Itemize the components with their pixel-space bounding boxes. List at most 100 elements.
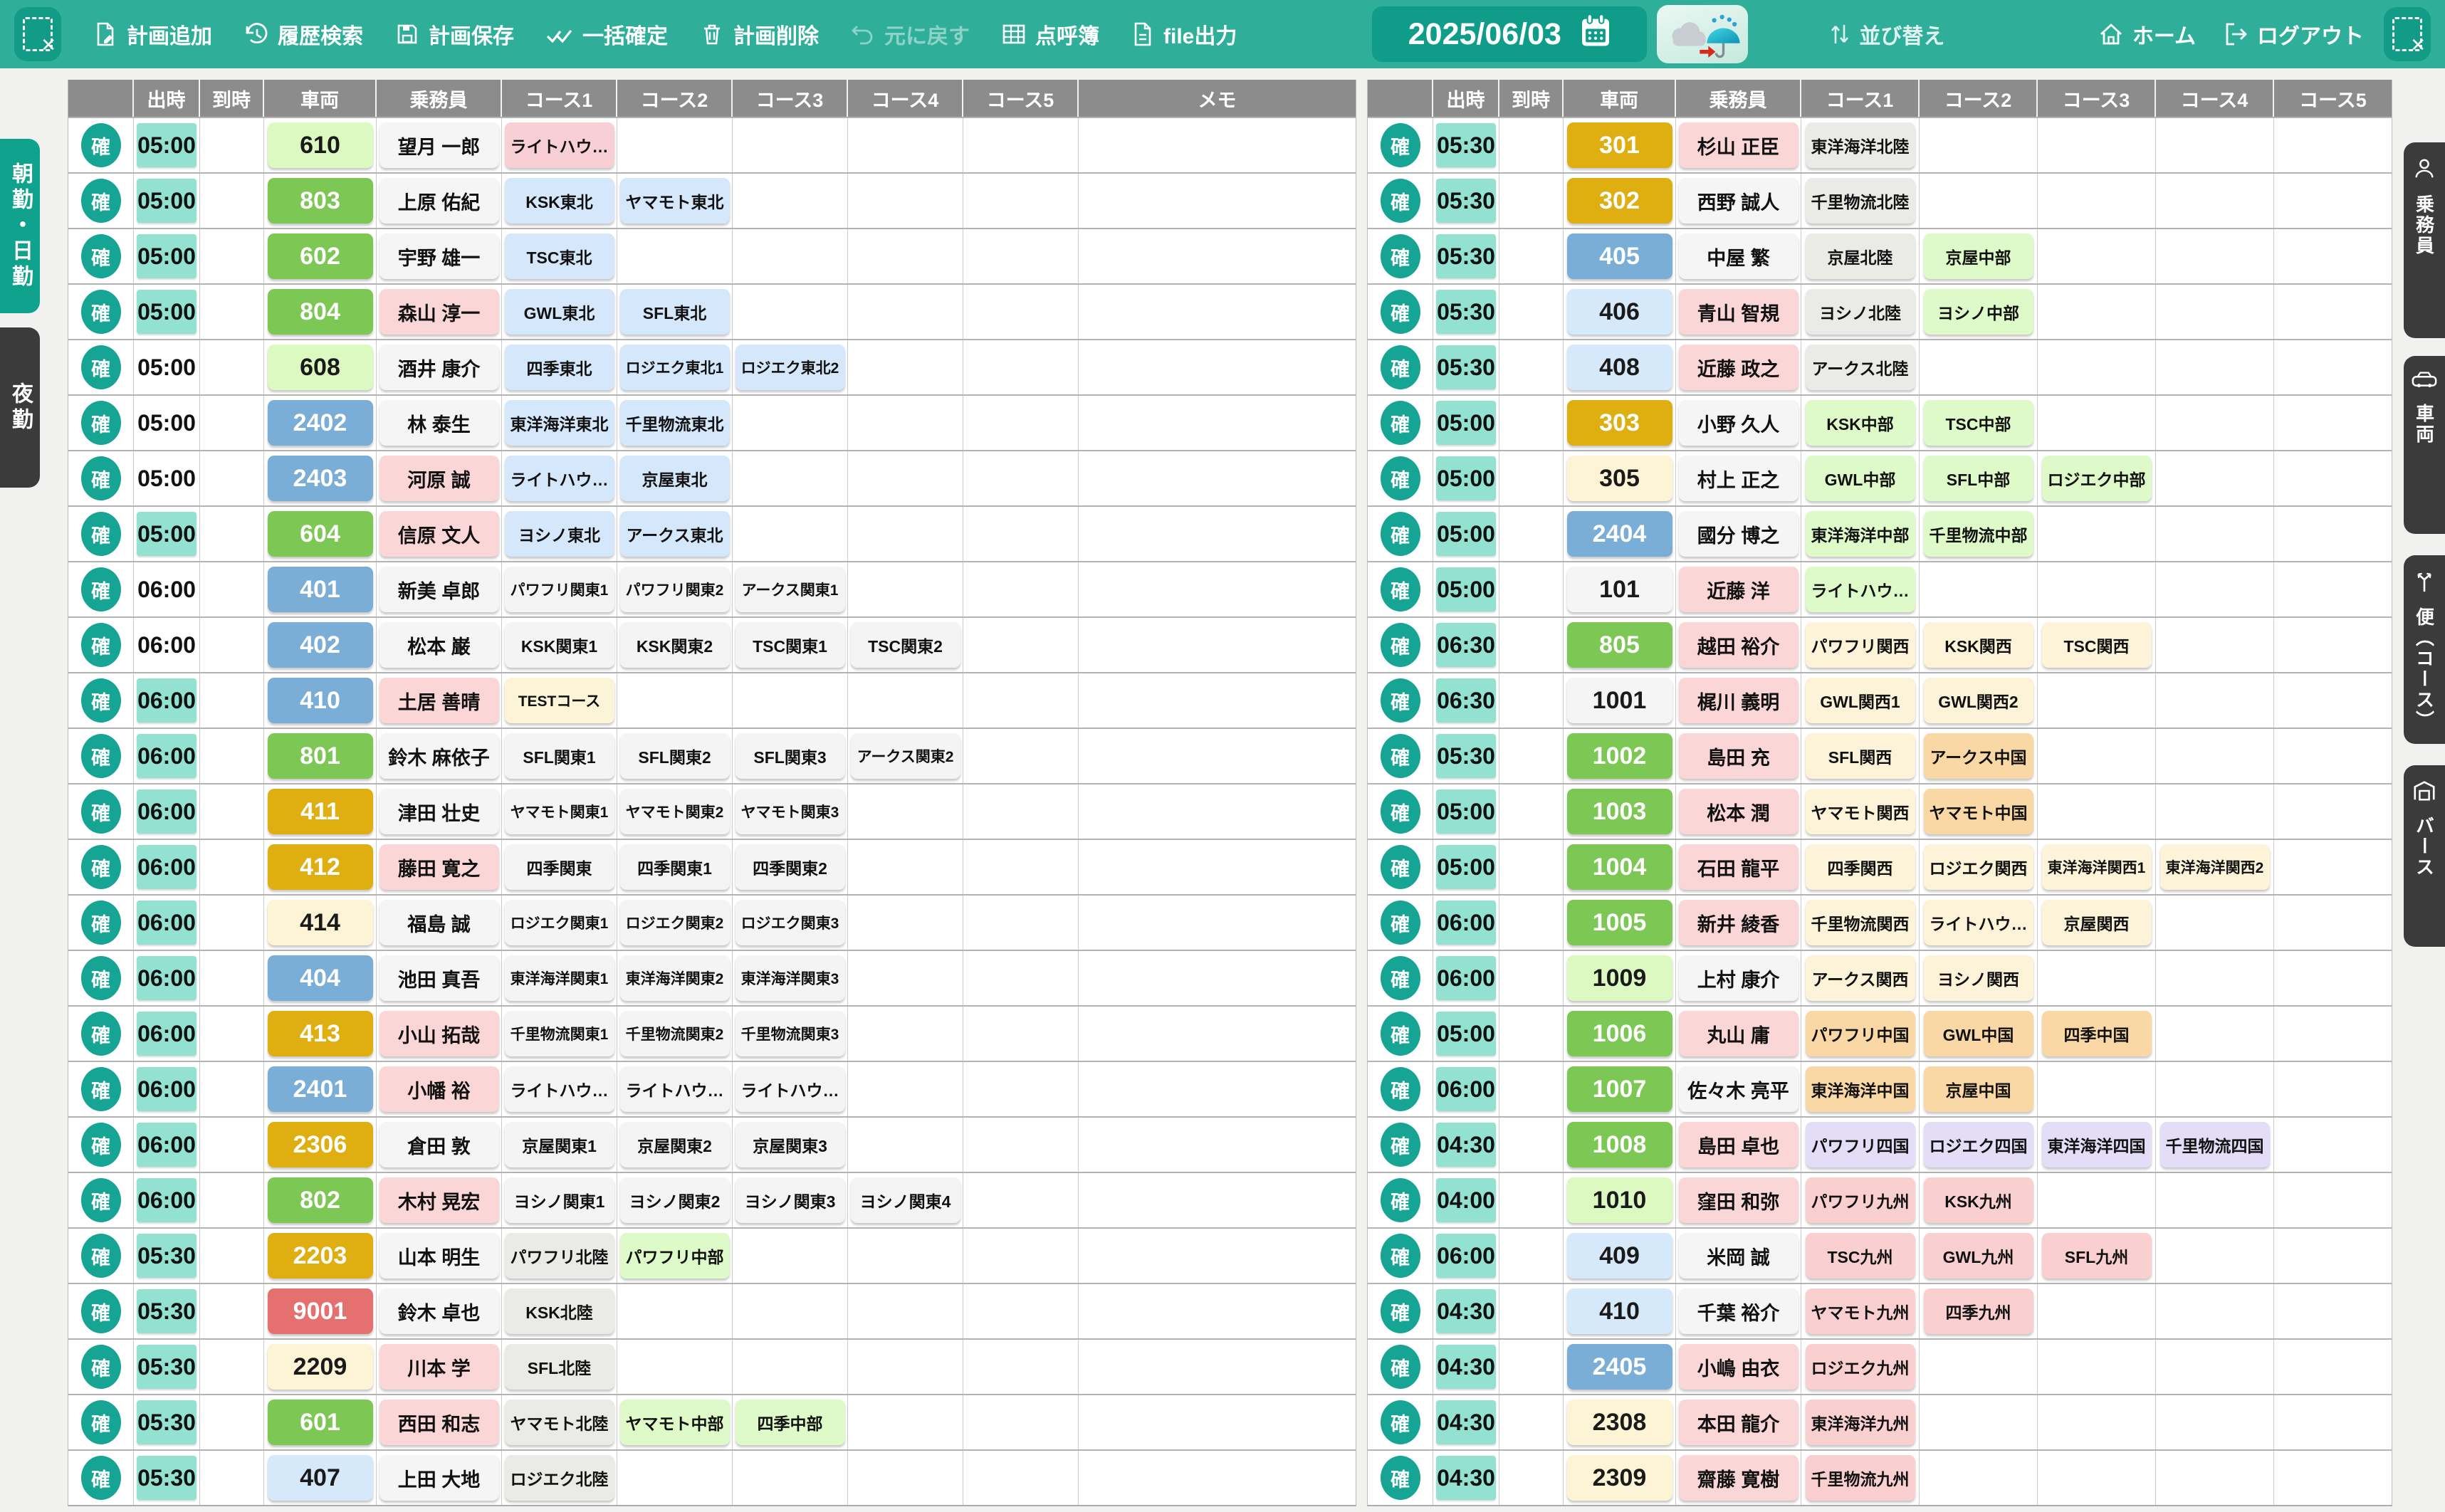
vehicle-chip[interactable]: 1007: [1567, 1066, 1672, 1112]
course-chip[interactable]: 四季中部: [735, 1400, 845, 1445]
confirm-badge[interactable]: 確: [81, 1234, 121, 1278]
course-chip[interactable]: 東洋海洋中部: [1806, 511, 1915, 557]
departure-time[interactable]: 06:00: [1436, 956, 1496, 1000]
confirm-badge[interactable]: 確: [1381, 456, 1420, 500]
confirm-badge[interactable]: 確: [81, 1345, 121, 1389]
departure-time[interactable]: 06:00: [1436, 901, 1496, 945]
confirm-badge[interactable]: 確: [1381, 1345, 1420, 1389]
vehicle-chip[interactable]: 1006: [1567, 1011, 1672, 1056]
course-chip[interactable]: SFL中部: [1924, 456, 2033, 501]
departure-time[interactable]: 05:00: [137, 123, 197, 167]
course-chip[interactable]: GWL九州: [1924, 1233, 2033, 1279]
vehicle-chip[interactable]: 9001: [268, 1288, 373, 1334]
departure-time[interactable]: 04:30: [1436, 1123, 1496, 1167]
vehicle-chip[interactable]: 802: [268, 1177, 373, 1223]
deselect-button-right[interactable]: [2384, 7, 2431, 61]
vehicle-chip[interactable]: 804: [268, 289, 373, 335]
course-chip[interactable]: KSK東北: [505, 178, 614, 224]
course-chip[interactable]: 千里物流四国: [2160, 1122, 2270, 1167]
crew-chip[interactable]: 鈴木 卓也: [379, 1288, 499, 1334]
confirm-badge[interactable]: 確: [1381, 234, 1420, 278]
departure-time[interactable]: 05:30: [1436, 123, 1496, 167]
course-chip[interactable]: KSK九州: [1924, 1177, 2033, 1223]
course-chip[interactable]: SFL関東3: [735, 733, 845, 779]
crew-chip[interactable]: 西野 誠人: [1679, 178, 1799, 224]
vehicle-chip[interactable]: 101: [1567, 567, 1672, 612]
tab-morning-day-shift[interactable]: 朝勤・日勤: [0, 139, 40, 313]
crew-chip[interactable]: 梶川 義明: [1679, 678, 1799, 723]
crew-chip[interactable]: 中屋 繁: [1679, 233, 1799, 279]
course-chip[interactable]: 京屋東北: [620, 456, 730, 501]
confirm-badge[interactable]: 確: [81, 1178, 121, 1222]
course-chip[interactable]: ライトハウ…: [505, 456, 614, 501]
vehicle-chip[interactable]: 1005: [1567, 900, 1672, 945]
course-chip[interactable]: パワフリ四国: [1806, 1122, 1915, 1167]
course-chip[interactable]: パワフリ関西: [1806, 622, 1915, 668]
departure-time[interactable]: 06:00: [1436, 1234, 1496, 1278]
confirm-badge[interactable]: 確: [1381, 567, 1420, 611]
departure-time[interactable]: 05:00: [1436, 512, 1496, 556]
departure-time[interactable]: 05:00: [1436, 456, 1496, 500]
crew-chip[interactable]: 山本 明生: [379, 1233, 499, 1279]
crew-chip[interactable]: 丸山 庸: [1679, 1011, 1799, 1056]
undo-button[interactable]: 元に戻す: [850, 19, 970, 50]
departure-time[interactable]: 05:00: [1436, 567, 1496, 611]
course-chip[interactable]: ライトハウ…: [1924, 900, 2033, 945]
home-button[interactable]: ホーム: [2098, 19, 2196, 50]
course-chip[interactable]: 京屋関東3: [735, 1122, 845, 1167]
course-chip[interactable]: 四季関東2: [735, 844, 845, 890]
course-chip[interactable]: ロジエク関東1: [505, 900, 614, 945]
confirm-badge[interactable]: 確: [81, 345, 121, 389]
confirm-badge[interactable]: 確: [1381, 956, 1420, 1000]
course-chip[interactable]: パワフリ中部: [620, 1233, 730, 1279]
course-chip[interactable]: ヤマモト中部: [620, 1400, 730, 1445]
crew-chip[interactable]: 小山 拓哉: [379, 1011, 499, 1056]
course-chip[interactable]: KSK中部: [1806, 400, 1915, 446]
vehicle-chip[interactable]: 801: [268, 733, 373, 779]
course-chip[interactable]: GWL関西1: [1806, 678, 1915, 723]
confirm-badge[interactable]: 確: [81, 512, 121, 556]
crew-chip[interactable]: 土居 善晴: [379, 678, 499, 723]
confirm-badge[interactable]: 確: [1381, 1067, 1420, 1111]
crew-chip[interactable]: 河原 誠: [379, 456, 499, 501]
vehicle-chip[interactable]: 601: [268, 1400, 373, 1445]
departure-time[interactable]: 06:00: [1436, 1067, 1496, 1111]
course-chip[interactable]: アークス北陸: [1806, 345, 1915, 390]
crew-chip[interactable]: 池田 真吾: [379, 955, 499, 1001]
course-chip[interactable]: 千里物流中部: [1924, 511, 2033, 557]
departure-time[interactable]: 06:00: [137, 845, 197, 889]
crew-chip[interactable]: 松本 潤: [1679, 789, 1799, 834]
departure-time[interactable]: 05:30: [137, 1456, 197, 1500]
course-chip[interactable]: GWL東北: [505, 289, 614, 335]
vehicle-chip[interactable]: 414: [268, 900, 373, 945]
confirm-badge[interactable]: 確: [1381, 1400, 1420, 1444]
vehicle-chip[interactable]: 1004: [1567, 844, 1672, 890]
course-chip[interactable]: 四季中国: [2042, 1011, 2152, 1056]
departure-time[interactable]: 05:00: [137, 410, 196, 436]
plan-save-button[interactable]: 計画保存: [394, 19, 514, 50]
course-chip[interactable]: 京屋北陸: [1806, 233, 1915, 279]
departure-time[interactable]: 04:30: [1436, 1400, 1496, 1444]
course-chip[interactable]: 千里物流東北: [620, 400, 730, 446]
departure-time[interactable]: 04:30: [1436, 1456, 1496, 1500]
crew-chip[interactable]: 小嶋 由衣: [1679, 1344, 1799, 1390]
crew-chip[interactable]: 西田 和志: [379, 1400, 499, 1445]
course-chip[interactable]: 四季東北: [505, 345, 614, 390]
course-chip[interactable]: ロジエク関東3: [735, 900, 845, 945]
crew-chip[interactable]: 島田 卓也: [1679, 1122, 1799, 1167]
course-chip[interactable]: ヤマモト関西: [1806, 789, 1915, 834]
crew-chip[interactable]: 藤田 寛之: [379, 844, 499, 890]
departure-time[interactable]: 06:00: [137, 632, 196, 658]
crew-chip[interactable]: 上村 康介: [1679, 955, 1799, 1001]
departure-time[interactable]: 05:30: [1436, 290, 1496, 334]
vehicle-chip[interactable]: 406: [1567, 289, 1672, 335]
vehicle-chip[interactable]: 2203: [268, 1233, 373, 1279]
course-chip[interactable]: KSK北陸: [505, 1288, 614, 1334]
course-chip[interactable]: ライトハウ…: [620, 1066, 730, 1112]
course-chip[interactable]: SFL東北: [620, 289, 730, 335]
departure-time[interactable]: 06:30: [1436, 678, 1496, 723]
departure-time[interactable]: 05:00: [137, 179, 197, 223]
course-chip[interactable]: パワフリ関東1: [505, 567, 614, 612]
crew-chip[interactable]: 鈴木 麻依子: [379, 733, 499, 779]
departure-time[interactable]: 06:00: [137, 901, 197, 945]
